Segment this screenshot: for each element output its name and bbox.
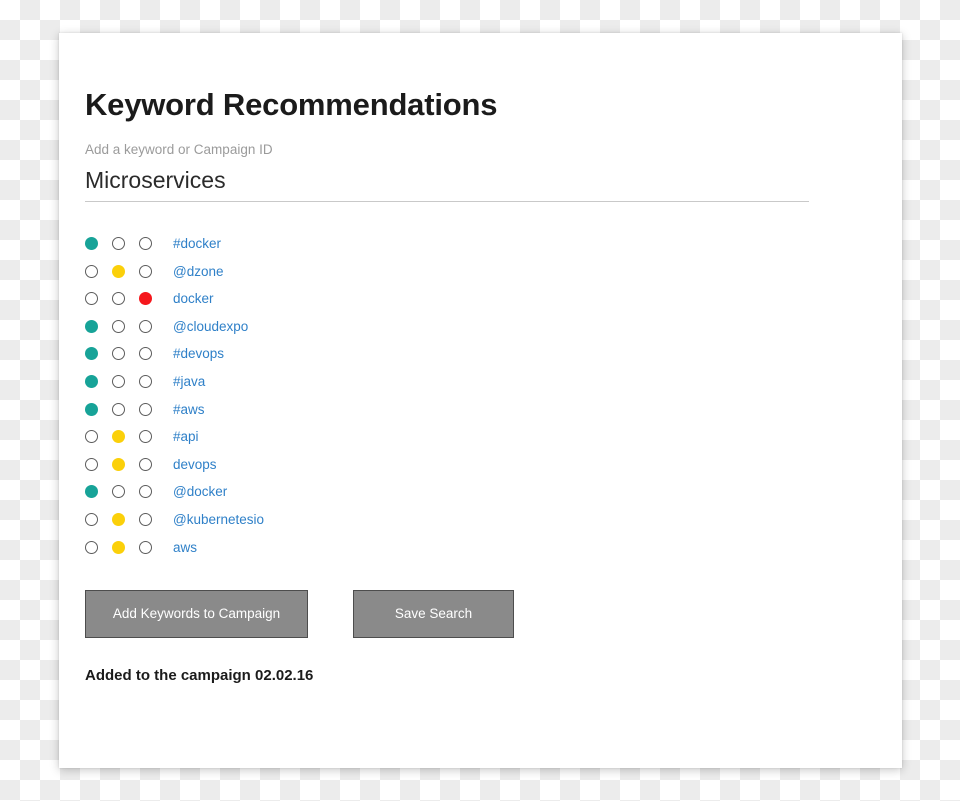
rating-radio-green[interactable] (85, 237, 98, 251)
keyword-field-label: Add a keyword or Campaign ID (85, 142, 273, 158)
save-search-button[interactable]: Save Search (353, 589, 514, 638)
rating-radio-green[interactable] (85, 540, 98, 554)
keyword-rating-group (85, 347, 159, 361)
rating-radio-yellow[interactable] (112, 457, 125, 471)
action-button-row: Add Keywords to Campaign Save Search (85, 589, 876, 638)
rating-radio-yellow[interactable] (112, 512, 125, 526)
keyword-row: #docker (85, 230, 876, 258)
rating-radio-green[interactable] (85, 347, 98, 361)
rating-radio-green[interactable] (85, 319, 98, 333)
keyword-rating-group (85, 430, 159, 444)
rating-radio-yellow[interactable] (112, 402, 125, 416)
keyword-row: devops (85, 450, 876, 478)
keyword-rating-group (85, 512, 159, 526)
keyword-row: @kubernetesio (85, 506, 876, 534)
rating-radio-green[interactable] (85, 292, 98, 306)
keyword-link[interactable]: devops (173, 457, 217, 472)
keyword-rating-group (85, 457, 159, 471)
rating-radio-yellow[interactable] (112, 374, 125, 388)
keyword-link[interactable]: docker (173, 291, 214, 306)
keyword-search-input[interactable]: Microservices (85, 167, 809, 193)
keyword-row: #api (85, 423, 876, 451)
rating-radio-yellow[interactable] (112, 319, 125, 333)
keyword-rating-group (85, 485, 159, 499)
keyword-row: docker (85, 285, 876, 313)
keyword-link[interactable]: #docker (173, 236, 221, 251)
rating-radio-red[interactable] (139, 347, 152, 361)
keyword-row: #devops (85, 340, 876, 368)
rating-radio-green[interactable] (85, 374, 98, 388)
rating-radio-yellow[interactable] (112, 347, 125, 361)
rating-radio-yellow[interactable] (112, 237, 125, 251)
keyword-rating-group (85, 319, 159, 333)
rating-radio-red[interactable] (139, 319, 152, 333)
rating-radio-red[interactable] (139, 430, 152, 444)
rating-radio-red[interactable] (139, 264, 152, 278)
keyword-link[interactable]: aws (173, 540, 197, 555)
keyword-field-block: Add a keyword or Campaign ID Microservic… (85, 142, 809, 202)
rating-radio-green[interactable] (85, 512, 98, 526)
rating-radio-green[interactable] (85, 402, 98, 416)
card-content: Keyword Recommendations Add a keyword or… (85, 87, 876, 684)
keyword-rating-group (85, 292, 159, 306)
rating-radio-yellow[interactable] (112, 485, 125, 499)
keyword-row: aws (85, 533, 876, 561)
rating-radio-green[interactable] (85, 485, 98, 499)
keyword-rating-group (85, 237, 159, 251)
add-keywords-to-campaign-button[interactable]: Add Keywords to Campaign (85, 589, 308, 638)
rating-radio-red[interactable] (139, 402, 152, 416)
rating-radio-yellow[interactable] (112, 292, 125, 306)
keyword-link[interactable]: #java (173, 374, 205, 389)
keyword-link[interactable]: @cloudexpo (173, 319, 248, 334)
keyword-link[interactable]: @docker (173, 484, 227, 499)
keyword-link[interactable]: #aws (173, 402, 205, 417)
keyword-row: @docker (85, 478, 876, 506)
rating-radio-green[interactable] (85, 457, 98, 471)
keyword-row: #java (85, 368, 876, 396)
rating-radio-green[interactable] (85, 264, 98, 278)
rating-radio-red[interactable] (139, 374, 152, 388)
keyword-link[interactable]: @dzone (173, 264, 224, 279)
page-title: Keyword Recommendations (85, 87, 498, 122)
keyword-link[interactable]: #api (173, 429, 199, 444)
rating-radio-yellow[interactable] (112, 430, 125, 444)
keyword-rating-group (85, 374, 159, 388)
keyword-input-underline: Microservices (85, 167, 809, 202)
keyword-recommendation-list: #docker @dzone docker @cloudexpo #devops #jav… (85, 230, 876, 561)
status-message: Added to the campaign 02.02.16 (85, 666, 314, 684)
keyword-rating-group (85, 540, 159, 554)
keyword-row: @cloudexpo (85, 313, 876, 341)
rating-radio-yellow[interactable] (112, 264, 125, 278)
rating-radio-red[interactable] (139, 540, 152, 554)
rating-radio-red[interactable] (139, 457, 152, 471)
rating-radio-red[interactable] (139, 237, 152, 251)
rating-radio-red[interactable] (139, 512, 152, 526)
keyword-link[interactable]: #devops (173, 346, 224, 361)
rating-radio-red[interactable] (139, 292, 152, 306)
rating-radio-green[interactable] (85, 430, 98, 444)
keyword-rating-group (85, 264, 159, 278)
keyword-link[interactable]: @kubernetesio (173, 512, 264, 527)
keyword-row: @dzone (85, 257, 876, 285)
keyword-rating-group (85, 402, 159, 416)
rating-radio-red[interactable] (139, 485, 152, 499)
rating-radio-yellow[interactable] (112, 540, 125, 554)
keyword-row: #aws (85, 395, 876, 423)
recommendations-card: Keyword Recommendations Add a keyword or… (59, 33, 902, 768)
